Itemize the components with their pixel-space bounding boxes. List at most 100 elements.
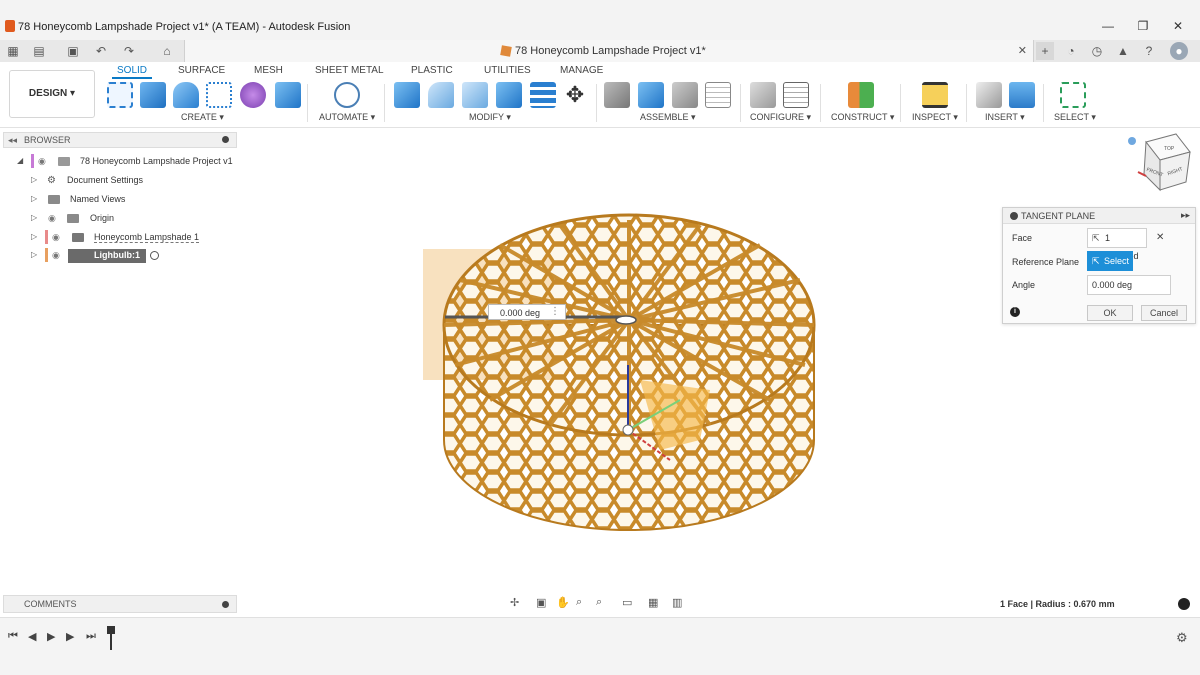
expand-arrow-icon[interactable]: ▷ — [31, 194, 37, 203]
display-settings-icon[interactable]: ▭ — [622, 596, 632, 609]
browser-panel-header[interactable]: ◂◂ BROWSER — [3, 132, 237, 148]
joint-origin-icon[interactable] — [705, 82, 731, 108]
automate-icon[interactable] — [334, 82, 360, 108]
chamfer-icon[interactable] — [462, 82, 488, 108]
shell-icon[interactable] — [496, 82, 522, 108]
zoom-icon[interactable]: ⌕ — [576, 596, 582, 609]
select-menu[interactable]: SELECT ▾ — [1054, 112, 1096, 123]
form-icon[interactable] — [240, 82, 266, 108]
angle-handle[interactable] — [615, 315, 637, 325]
step-back-icon[interactable]: ◀ — [28, 630, 36, 643]
browser-item-document-settings[interactable]: ▷ ⚙ Document Settings — [0, 172, 240, 190]
extrude-icon[interactable] — [140, 82, 166, 108]
collapse-browser-icon[interactable]: ◂◂ — [8, 135, 17, 146]
home-icon[interactable]: ⌂ — [158, 42, 176, 60]
step-forward-icon[interactable]: ▶ — [66, 630, 74, 643]
grid-settings-icon[interactable]: ▦ — [648, 596, 658, 609]
combine-icon[interactable] — [530, 82, 556, 108]
visibility-eye-icon[interactable]: ◉ — [48, 213, 60, 223]
joint-icon[interactable] — [638, 82, 664, 108]
configuration-table-icon[interactable] — [783, 82, 809, 108]
new-tab-button[interactable]: + — [1036, 42, 1054, 60]
insert-canvas-icon[interactable] — [1009, 82, 1035, 108]
undo-icon[interactable]: ↶ — [92, 42, 110, 60]
tab-surface[interactable]: SURFACE — [178, 65, 225, 76]
browser-item-honeycomb-lampshade[interactable]: ▷ ◉ Honeycomb Lampshade 1 — [0, 229, 240, 247]
comments-pin-icon[interactable] — [222, 601, 229, 608]
tab-solid[interactable]: SOLID — [117, 65, 147, 76]
visibility-eye-icon[interactable]: ◉ — [52, 250, 64, 260]
play-icon[interactable]: ▶ — [47, 630, 55, 643]
job-status-icon[interactable]: ◷ — [1088, 42, 1106, 60]
measure-icon[interactable] — [922, 82, 948, 108]
origin-point[interactable] — [622, 424, 634, 436]
expand-arrow-icon[interactable]: ▷ — [31, 213, 37, 222]
close-tab-icon[interactable]: ✕ — [1018, 44, 1027, 57]
look-at-icon[interactable]: ▣ — [536, 596, 546, 609]
configure-menu[interactable]: CONFIGURE ▾ — [750, 112, 811, 123]
extensions-icon[interactable]: ◔ — [1062, 42, 1080, 60]
minimize-button[interactable]: — — [1100, 18, 1116, 34]
automate-menu[interactable]: AUTOMATE ▾ — [319, 112, 375, 123]
dialog-header[interactable]: TANGENT PLANE ▸▸ — [1003, 208, 1195, 224]
insert-derive-icon[interactable] — [976, 82, 1002, 108]
reference-plane-select-button[interactable]: ⇱ Select — [1087, 251, 1133, 271]
help-icon[interactable]: ? — [1140, 42, 1158, 60]
assemble-menu[interactable]: ASSEMBLE ▾ — [640, 112, 696, 123]
ok-button[interactable]: OK — [1087, 305, 1133, 321]
comments-panel-header[interactable]: COMMENTS — [3, 595, 237, 613]
viewport-canvas[interactable] — [240, 130, 1000, 590]
app-grid-icon[interactable]: ▦ — [4, 42, 22, 60]
viewports-icon[interactable]: ▥ — [672, 596, 682, 609]
tab-utilities[interactable]: UTILITIES — [484, 65, 531, 76]
home-view-icon[interactable] — [1128, 137, 1136, 145]
offset-plane-icon[interactable] — [848, 82, 874, 108]
file-menu-icon[interactable]: ▤ — [30, 42, 48, 60]
notifications-icon[interactable]: ▲ — [1114, 42, 1132, 60]
cancel-button[interactable]: Cancel — [1141, 305, 1187, 321]
inspect-menu[interactable]: INSPECT ▾ — [912, 112, 958, 123]
insert-menu[interactable]: INSERT ▾ — [985, 112, 1025, 123]
sweep-icon[interactable] — [206, 82, 232, 108]
browser-root-node[interactable]: ◢ ◉ 78 Honeycomb Lampshade Project v1 — [0, 153, 240, 171]
expand-arrow-icon[interactable]: ▷ — [31, 250, 37, 259]
tab-sheet-metal[interactable]: SHEET METAL — [315, 65, 384, 76]
workspace-switcher-button[interactable]: DESIGN ▾ — [9, 70, 95, 118]
configure-icon[interactable] — [750, 82, 776, 108]
user-avatar[interactable]: ● — [1170, 42, 1188, 60]
close-window-button[interactable]: ✕ — [1170, 18, 1186, 34]
visibility-eye-icon[interactable]: ◉ — [52, 232, 64, 242]
expand-arrow-icon[interactable]: ▷ — [31, 175, 37, 184]
zoom-window-icon[interactable]: ⌕ — [596, 596, 602, 609]
tab-manage[interactable]: MANAGE — [560, 65, 603, 76]
modify-menu[interactable]: MODIFY ▾ — [469, 112, 511, 123]
expand-dialog-icon[interactable]: ▸▸ — [1181, 210, 1190, 221]
box-icon[interactable] — [275, 82, 301, 108]
face-selection-field[interactable]: ⇱ 1 selected — [1087, 228, 1147, 261]
info-icon[interactable]: i — [1010, 307, 1020, 317]
press-pull-icon[interactable] — [394, 82, 420, 108]
as-built-joint-icon[interactable] — [672, 82, 698, 108]
browser-pin-icon[interactable] — [222, 136, 229, 143]
maximize-button[interactable]: ❐ — [1135, 18, 1151, 34]
view-cube[interactable]: TOP FRONT RIGHT — [1124, 132, 1196, 202]
browser-item-origin[interactable]: ▷ ◉ Origin — [0, 210, 240, 228]
select-window-icon[interactable] — [1060, 82, 1086, 108]
document-tab[interactable]: 78 Honeycomb Lampshade Project v1* ✕ — [184, 40, 1034, 62]
activate-radio-icon[interactable] — [150, 251, 159, 260]
tab-plastic[interactable]: PLASTIC — [411, 65, 453, 76]
revolve-icon[interactable] — [173, 82, 199, 108]
move-copy-icon[interactable]: ✥ — [562, 82, 588, 108]
expand-arrow-icon[interactable]: ◢ — [17, 156, 23, 165]
status-indicator-icon[interactable] — [1178, 598, 1190, 610]
clear-selection-icon[interactable]: ✕ — [1156, 232, 1164, 243]
go-to-start-icon[interactable]: ⏮ — [8, 630, 18, 643]
pan-icon[interactable]: ✋ — [556, 596, 570, 609]
angle-input-box[interactable]: 0.000 deg ⋮ — [488, 304, 566, 320]
redo-icon[interactable]: ↷ — [120, 42, 138, 60]
save-icon[interactable]: ▣ — [64, 42, 82, 60]
timeline-settings-gear-icon[interactable]: ⚙ — [1176, 630, 1188, 646]
new-component-icon[interactable] — [604, 82, 630, 108]
orbit-icon[interactable]: ✢ — [510, 596, 519, 609]
create-sketch-icon[interactable] — [107, 82, 133, 108]
